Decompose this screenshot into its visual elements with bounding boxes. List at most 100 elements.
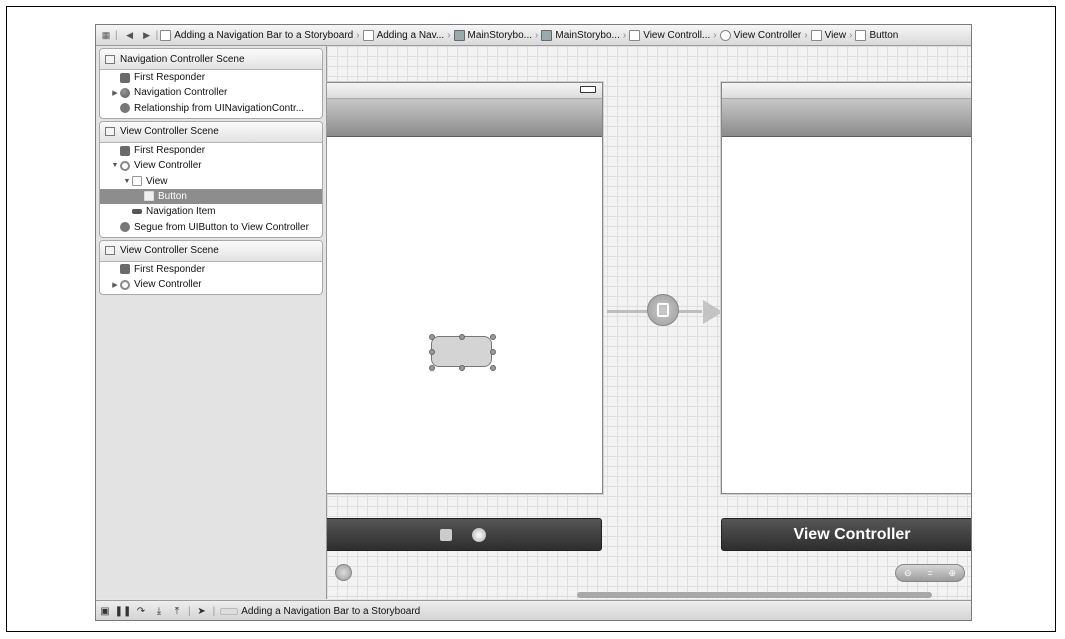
selected-ui-button[interactable]	[431, 336, 492, 367]
first-responder-icon[interactable]	[440, 528, 452, 541]
disclosure-triangle-icon[interactable]: ▶	[110, 281, 120, 289]
view-controller-icon	[719, 29, 731, 41]
zoom-fit-icon[interactable]: =	[927, 568, 932, 578]
breadcrumb-label: View Controller	[733, 29, 802, 41]
outline-scene-view-controller-1: View Controller Scene First Responder ▼ …	[99, 120, 323, 238]
hide-debug-area-icon[interactable]: ▣	[96, 606, 114, 617]
debug-bar: ▣ ❚❚ ↷ ⤓ ⤒ | ➤ | Adding a Navigation Bar…	[96, 600, 971, 620]
scene-dock-left[interactable]	[327, 518, 602, 551]
outline-row-navigation-item[interactable]: Navigation Item	[100, 204, 322, 219]
scene-icon	[105, 54, 115, 64]
view-controller-screen-left[interactable]	[327, 82, 603, 494]
first-responder-icon	[120, 72, 130, 83]
resize-handle[interactable]	[490, 365, 496, 371]
row-label: Segue from UIButton to View Controller	[134, 221, 309, 233]
scene-dock-right[interactable]: View Controller	[721, 518, 971, 551]
disclosure-triangle-icon[interactable]: ▼	[122, 178, 132, 185]
zoom-in-icon[interactable]: ⊕	[949, 568, 957, 579]
resize-handle[interactable]	[429, 365, 435, 371]
row-label: First Responder	[134, 72, 206, 84]
row-label: Navigation Item	[146, 206, 216, 218]
row-label: View Controller	[134, 160, 202, 172]
view-controller-screen-right[interactable]	[721, 82, 971, 494]
relationship-segue-icon	[120, 103, 130, 114]
outline-row-view-controller[interactable]: ▼ View Controller	[100, 158, 322, 173]
outline-row-view-controller[interactable]: ▶ View Controller	[100, 277, 322, 292]
navigation-item-icon	[132, 209, 142, 215]
step-into-icon[interactable]: ⤓	[150, 606, 168, 617]
row-label: First Responder	[134, 145, 206, 157]
breadcrumb-view[interactable]: View	[810, 29, 847, 41]
resize-handle[interactable]	[459, 365, 465, 371]
view-icon	[132, 176, 142, 187]
resize-handle[interactable]	[459, 334, 465, 340]
file-icon	[453, 29, 465, 41]
location-arrow-icon[interactable]: ➤	[193, 606, 211, 617]
disclosure-triangle-icon[interactable]: ▶	[110, 89, 120, 97]
status-bar	[327, 83, 602, 99]
debug-target-label[interactable]: Adding a Navigation Bar to a Storyboard	[241, 606, 420, 617]
file-icon	[541, 29, 553, 41]
breadcrumb-button[interactable]: Button	[855, 29, 898, 41]
breadcrumb-project[interactable]: Adding a Navigation Bar to a Storyboard	[160, 29, 353, 41]
storyboard-canvas[interactable]: View Controller ⊖ = ⊕	[327, 46, 971, 599]
battery-icon	[580, 86, 596, 93]
breadcrumb-label: View	[824, 29, 847, 41]
row-label: Relationship from UINavigationContr...	[134, 102, 305, 114]
outline-row-relationship[interactable]: Relationship from UINavigationContr...	[100, 101, 322, 116]
segue-arrowhead	[703, 300, 723, 324]
scene-header[interactable]: Navigation Controller Scene	[100, 49, 322, 70]
document-outline: Navigation Controller Scene First Respon…	[96, 46, 327, 620]
back-arrow-icon[interactable]: ◀	[123, 28, 137, 42]
view-controller-icon	[120, 160, 130, 171]
jump-bar: ▦ | ◀ ▶ | Adding a Navigation Bar to a S…	[96, 25, 971, 46]
navigation-bar[interactable]	[327, 99, 602, 137]
storyboard-icon	[160, 29, 172, 41]
breadcrumb-label: View Controll...	[643, 29, 711, 41]
outline-row-first-responder[interactable]: First Responder	[100, 262, 322, 277]
canvas-back-button[interactable]	[335, 564, 352, 581]
row-label: First Responder	[134, 263, 206, 275]
row-label: View	[146, 175, 168, 187]
view-controller-icon	[120, 279, 130, 290]
scene-header[interactable]: View Controller Scene	[100, 121, 322, 143]
zoom-control[interactable]: ⊖ = ⊕	[895, 564, 965, 582]
resize-handle[interactable]	[490, 334, 496, 340]
resize-handle[interactable]	[490, 349, 496, 355]
related-files-grid-icon[interactable]: ▦	[99, 28, 113, 42]
scene-icon	[105, 246, 115, 256]
target-icon	[220, 607, 239, 615]
breadcrumb-view-controller[interactable]: View Controller	[719, 29, 802, 41]
view-icon	[810, 29, 822, 41]
button-icon	[855, 29, 867, 41]
navigation-controller-icon	[120, 87, 130, 98]
forward-arrow-icon[interactable]: ▶	[140, 28, 154, 42]
scene-header[interactable]: View Controller Scene	[100, 240, 322, 262]
breadcrumb-label: MainStorybo...	[555, 29, 620, 41]
first-responder-icon	[120, 264, 130, 275]
breadcrumb-folder[interactable]: Adding a Nav...	[362, 29, 444, 41]
outline-row-segue[interactable]: Segue from UIButton to View Controller	[100, 219, 322, 234]
view-controller-icon[interactable]	[472, 527, 486, 542]
resize-handle[interactable]	[429, 334, 435, 340]
pause-icon[interactable]: ❚❚	[114, 606, 132, 617]
horizontal-scrollbar[interactable]	[577, 592, 932, 598]
outline-row-button[interactable]: Button	[100, 188, 322, 205]
breadcrumb-scene[interactable]: View Controll...	[629, 29, 711, 41]
button-icon	[144, 191, 154, 202]
outline-row-first-responder[interactable]: First Responder	[100, 143, 322, 158]
navigation-bar[interactable]	[722, 99, 971, 137]
push-segue-icon[interactable]	[647, 294, 679, 326]
outline-row-first-responder[interactable]: First Responder	[100, 70, 322, 85]
outline-row-navigation-controller[interactable]: ▶ Navigation Controller	[100, 85, 322, 100]
outline-row-view[interactable]: ▼ View	[100, 173, 322, 188]
resize-handle[interactable]	[429, 349, 435, 355]
zoom-out-icon[interactable]: ⊖	[904, 568, 912, 579]
disclosure-triangle-icon[interactable]: ▼	[110, 162, 120, 169]
step-out-icon[interactable]: ⤒	[168, 606, 186, 617]
breadcrumb-storyboard-base[interactable]: MainStorybo...	[541, 29, 620, 41]
step-over-icon[interactable]: ↷	[132, 606, 150, 617]
outline-scene-view-controller-2: View Controller Scene First Responder ▶ …	[99, 239, 323, 296]
breadcrumb-storyboard-file[interactable]: MainStorybo...	[453, 29, 532, 41]
row-label: View Controller	[134, 279, 202, 291]
